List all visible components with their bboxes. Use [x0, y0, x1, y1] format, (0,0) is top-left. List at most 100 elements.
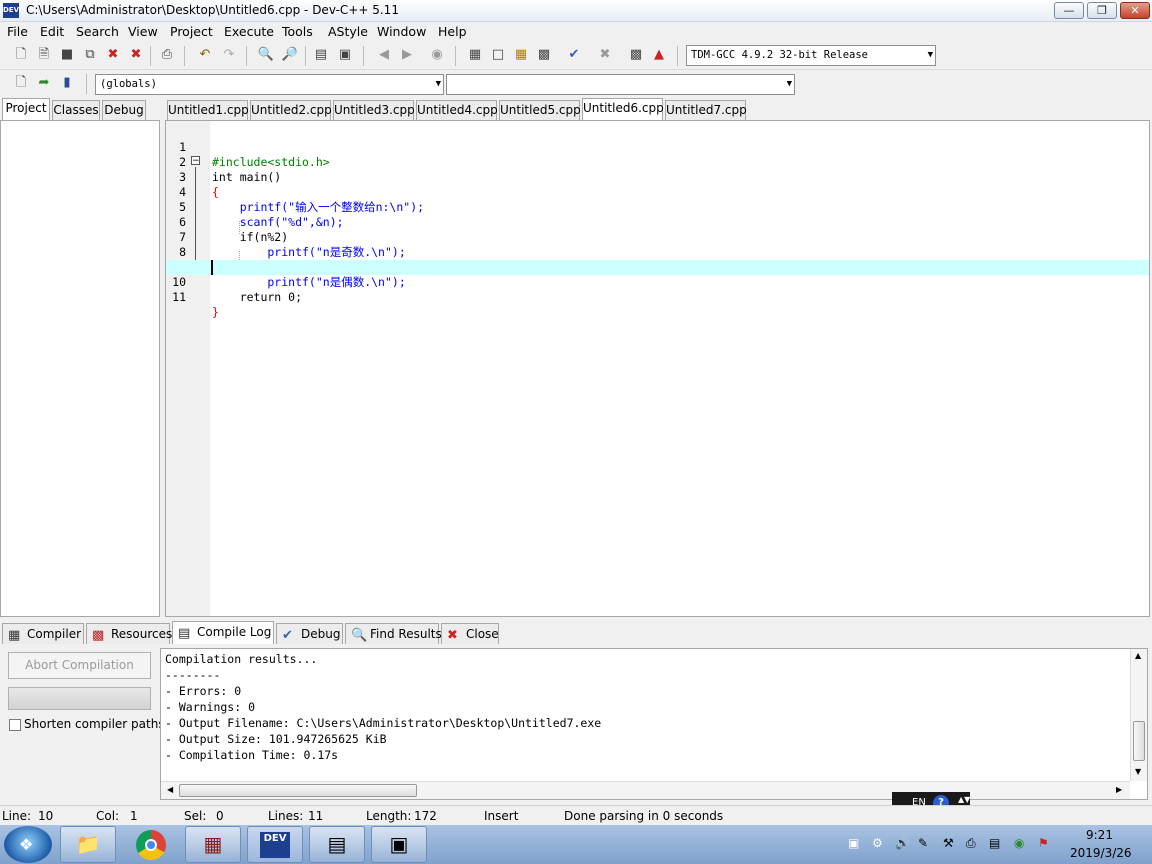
compiler-select[interactable]: TDM-GCC 4.9.2 32-bit Release ▼	[686, 45, 936, 66]
print-icon[interactable]: ⎙	[158, 46, 176, 64]
maximize-button[interactable]: ❐	[1087, 2, 1117, 19]
tab-untitled5[interactable]: Untitled5.cpp	[499, 100, 581, 120]
scroll-left-icon[interactable]: ◀	[167, 785, 173, 794]
tray-icon[interactable]: ▣	[848, 836, 859, 850]
tray-icon[interactable]: ⚒	[943, 836, 954, 850]
rebuild-icon[interactable]: ▩	[535, 46, 553, 64]
replace-icon[interactable]: 🔎	[281, 46, 299, 64]
minimize-button[interactable]: —	[1054, 2, 1084, 19]
menu-edit[interactable]: Edit	[40, 24, 64, 39]
menu-search[interactable]: Search	[76, 24, 119, 39]
folder-icon: 📁	[75, 832, 101, 856]
security-icon[interactable]: ◉	[1014, 836, 1024, 850]
tab-find-results[interactable]: 🔍 Find Results	[345, 623, 442, 644]
tray-icon[interactable]: ⎙	[966, 836, 976, 851]
new-file-icon[interactable]: 🗋	[12, 46, 30, 64]
compile-log-output[interactable]: Compilation results... -------- - Errors…	[160, 648, 1148, 800]
tab-close[interactable]: ✖ Close	[441, 623, 499, 644]
tab-classes[interactable]: Classes	[52, 100, 100, 120]
scroll-right-icon[interactable]: ▶	[1116, 785, 1122, 794]
menu-astyle[interactable]: AStyle	[328, 24, 368, 39]
tab-project[interactable]: Project	[2, 98, 50, 120]
vertical-scroll-thumb[interactable]	[1133, 721, 1145, 761]
volume-icon[interactable]: 🔊	[895, 836, 910, 850]
save-all-icon[interactable]: ⧉	[81, 46, 99, 64]
vertical-scrollbar[interactable]: ▲ ▼	[1130, 649, 1147, 781]
compile-run-icon[interactable]: ▦	[512, 46, 530, 64]
taskbar: ❖ 📁 ▦ DEV ▤ ▣ ▣ ⚙ 🔊 ✎ ⚒ ⎙ ▤ ◉ ⚑ 9:21 201…	[0, 825, 1152, 864]
taskbar-app[interactable]: ▤	[309, 826, 365, 863]
tab-untitled7[interactable]: Untitled7.cpp	[665, 100, 747, 120]
bookmark-icon[interactable]: ▣	[336, 46, 354, 64]
code-text: return 0;	[212, 290, 303, 304]
stop-execution-icon[interactable]: ✖	[596, 46, 614, 64]
tab-debug-left[interactable]: Debug	[102, 100, 146, 120]
clock-date[interactable]: 2019/3/26	[1070, 846, 1132, 860]
tab-debug[interactable]: ✔ Debug	[276, 623, 343, 644]
tray-icon[interactable]: ⚙	[872, 836, 883, 850]
indent-forward-icon[interactable]: ▶	[398, 46, 416, 64]
abort-compilation-button[interactable]: Abort Compilation	[8, 652, 151, 679]
horizontal-scrollbar[interactable]: ◀ ▶	[161, 781, 1130, 799]
syntax-check-icon[interactable]: ✔	[565, 46, 583, 64]
tab-resources[interactable]: ▩ Resources	[86, 623, 172, 644]
close-file-icon[interactable]: ✖	[104, 46, 122, 64]
toggle-bookmark-icon[interactable]: ➦	[35, 74, 53, 92]
insert-icon[interactable]: 🗋	[12, 74, 30, 92]
scroll-up-icon[interactable]: ▲	[1135, 651, 1141, 660]
menu-window[interactable]: Window	[377, 24, 426, 39]
tab-compile-log[interactable]: ▤ Compile Log	[172, 621, 274, 644]
menu-project[interactable]: Project	[170, 24, 213, 39]
close-all-icon[interactable]: ✖	[127, 46, 145, 64]
taskbar-winrar[interactable]: ▦	[185, 826, 241, 863]
taskbar-chrome[interactable]	[123, 826, 179, 863]
menu-tools[interactable]: Tools	[282, 24, 313, 39]
goto-line-icon[interactable]: ▤	[312, 46, 330, 64]
tab-untitled6[interactable]: Untitled6.cpp	[582, 98, 664, 120]
horizontal-scroll-thumb[interactable]	[179, 784, 417, 797]
toolbar-separator	[677, 46, 678, 66]
code-editor[interactable]: − 1 #include<stdio.h> 2 int main() 3 { 4…	[165, 120, 1150, 617]
profile-icon[interactable]: ▩	[627, 46, 645, 64]
start-button[interactable]: ❖	[4, 826, 52, 863]
archive-icon: ▦	[203, 832, 223, 856]
clock-time[interactable]: 9:21	[1086, 828, 1113, 842]
tab-untitled2[interactable]: Untitled2.cpp	[250, 100, 332, 120]
symbol-select[interactable]: ▼	[446, 74, 795, 95]
tab-untitled3[interactable]: Untitled3.cpp	[333, 100, 415, 120]
menu-file[interactable]: File	[7, 24, 28, 39]
scroll-down-icon[interactable]: ▼	[1135, 767, 1141, 776]
compile-icon[interactable]: ▦	[466, 46, 484, 64]
tab-label: Find Results	[370, 627, 442, 641]
action-center-icon[interactable]: ⚑	[1038, 836, 1049, 850]
undo-icon[interactable]: ↶	[196, 46, 214, 64]
open-file-icon[interactable]: 🗎	[35, 46, 53, 64]
code-line-current: 10 return 0;	[166, 260, 1149, 304]
taskbar-photos[interactable]: ▣	[371, 826, 427, 863]
project-tree[interactable]	[0, 120, 160, 617]
menu-execute[interactable]: Execute	[224, 24, 274, 39]
tab-untitled4[interactable]: Untitled4.cpp	[416, 100, 498, 120]
scope-select[interactable]: (globals) ▼	[95, 74, 444, 95]
status-line-value: 10	[38, 809, 54, 823]
tab-compiler[interactable]: ▦ Compiler	[2, 623, 84, 644]
maximize-icon: ❐	[1097, 4, 1107, 17]
network-icon[interactable]: ▤	[989, 836, 1000, 850]
ime-options-icon[interactable]: ▲▼	[958, 795, 970, 804]
tray-icon[interactable]: ✎	[918, 836, 928, 850]
find-icon[interactable]: 🔍	[257, 46, 275, 64]
menu-view[interactable]: View	[128, 24, 158, 39]
run-icon[interactable]: □	[489, 46, 507, 64]
taskbar-explorer[interactable]: 📁	[60, 826, 116, 863]
menu-help[interactable]: Help	[438, 24, 467, 39]
goto-bookmark-icon[interactable]: ▮	[58, 74, 76, 92]
save-icon[interactable]: ■	[58, 46, 76, 64]
indent-back-icon[interactable]: ◀	[375, 46, 393, 64]
toggle-comment-icon[interactable]: ◉	[428, 46, 446, 64]
redo-icon[interactable]: ↷	[220, 46, 238, 64]
close-button[interactable]: ✕	[1120, 2, 1150, 19]
shorten-paths-checkbox[interactable]	[9, 719, 21, 731]
taskbar-devcpp[interactable]: DEV	[247, 826, 303, 863]
tab-untitled1[interactable]: Untitled1.cpp	[167, 100, 249, 120]
delete-profile-icon[interactable]: ▲	[650, 46, 668, 64]
